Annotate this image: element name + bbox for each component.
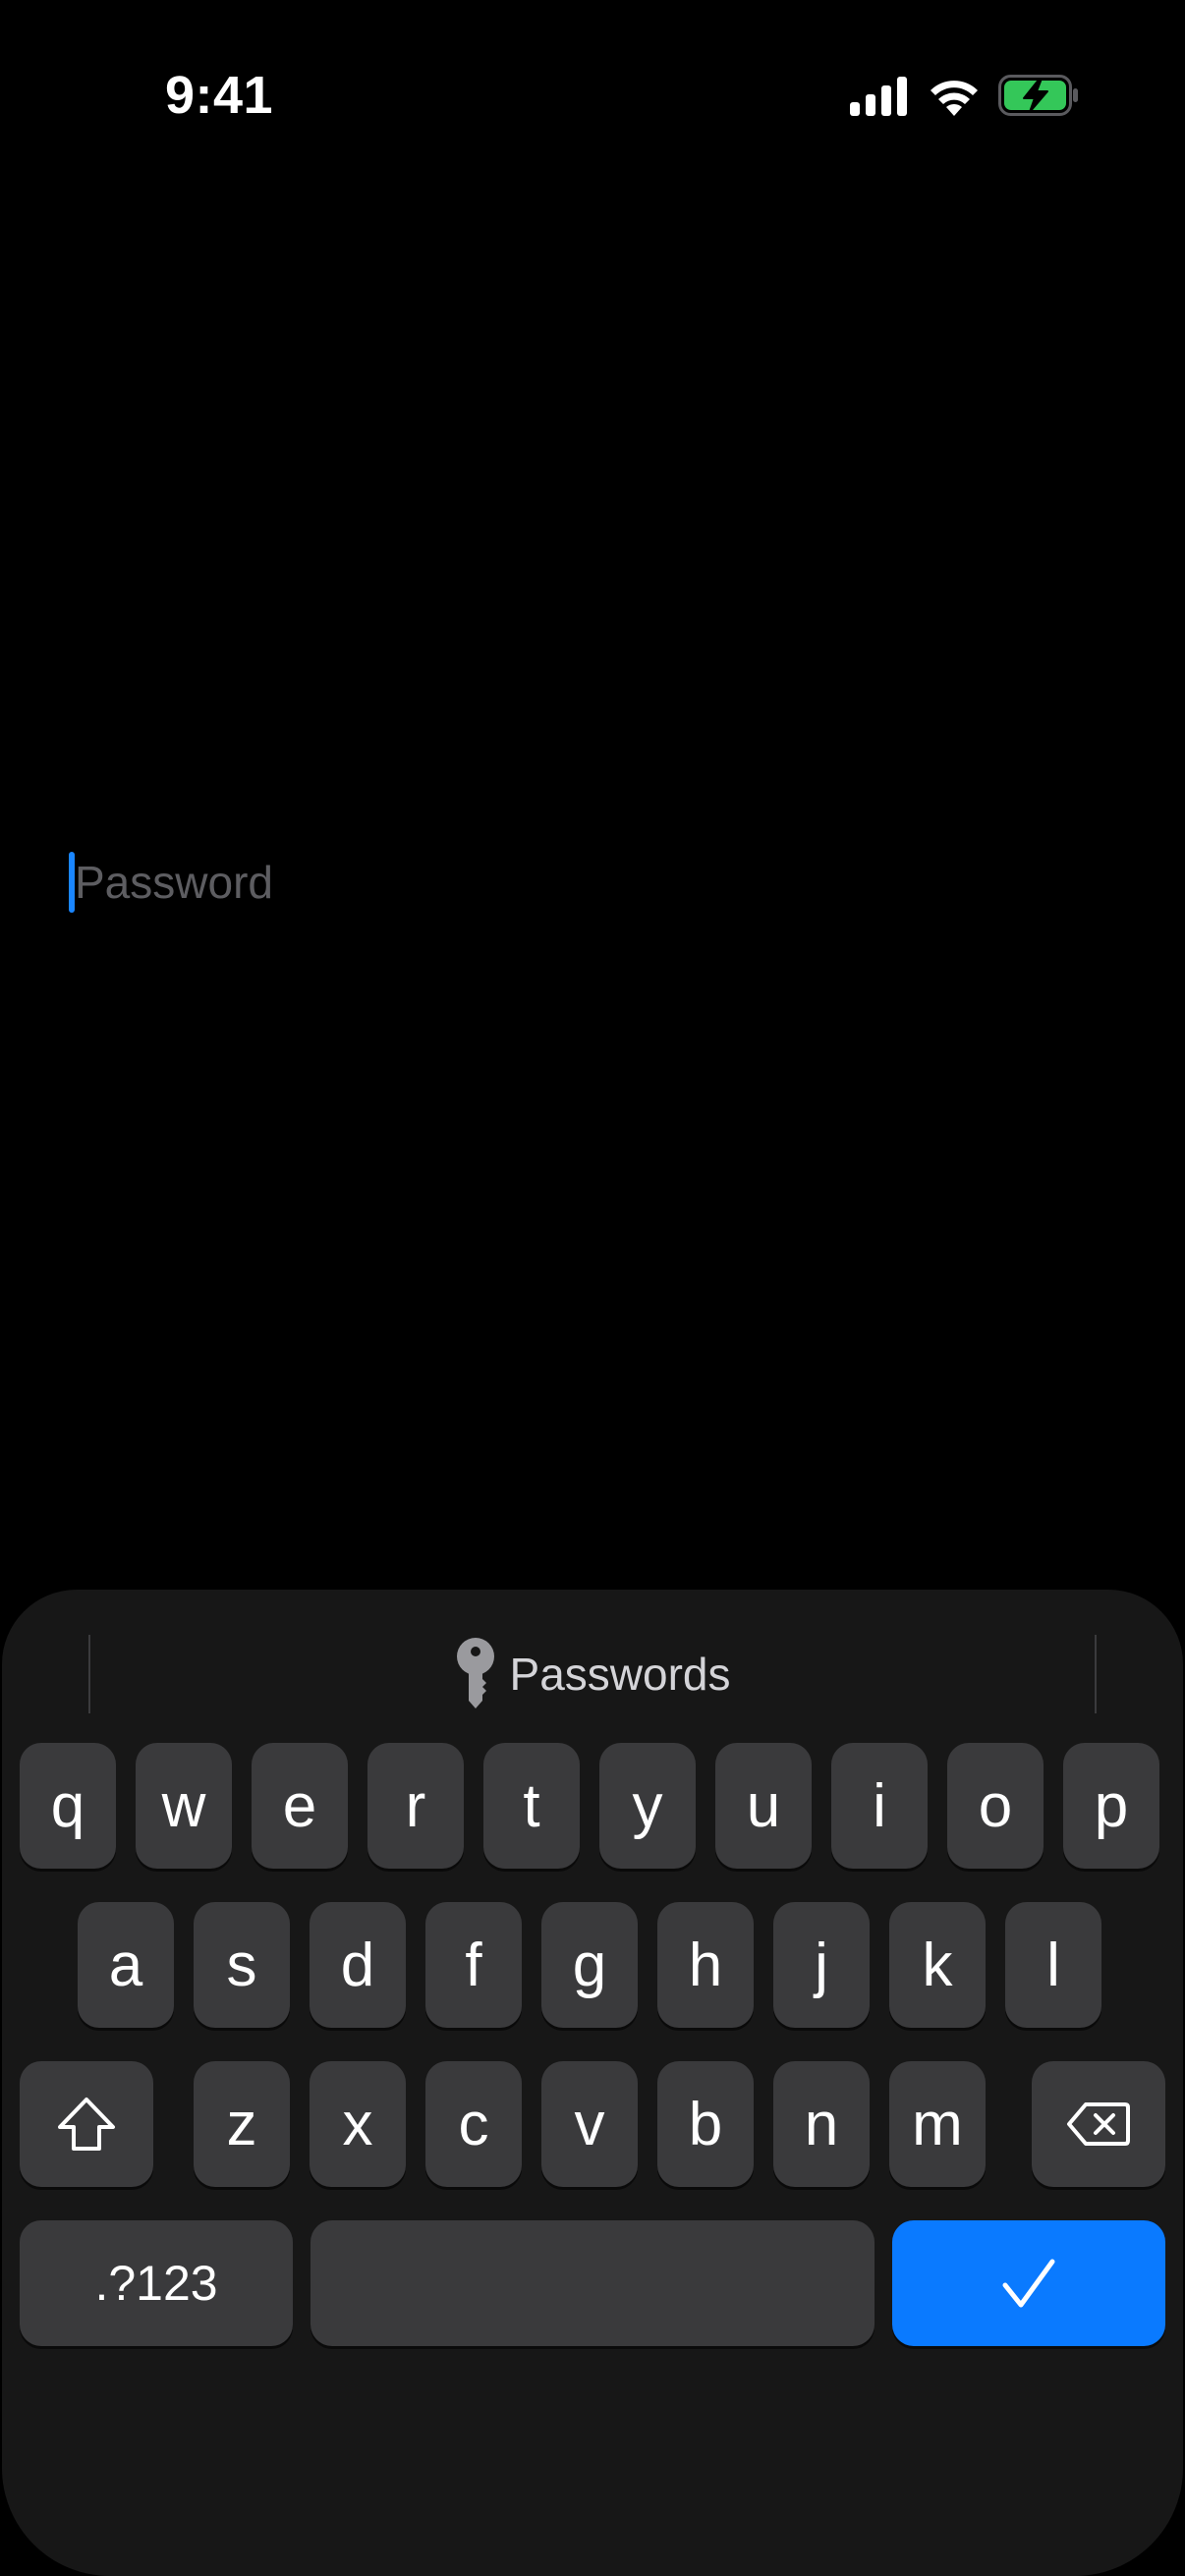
key-i[interactable]: i <box>831 1743 928 1869</box>
key-icon <box>456 1638 494 1708</box>
key-e[interactable]: e <box>252 1743 348 1869</box>
space-key[interactable] <box>310 2220 875 2346</box>
key-b[interactable]: b <box>657 2061 754 2187</box>
checkmark-icon <box>1002 2259 1055 2308</box>
shift-icon <box>58 2098 115 2151</box>
keyboard: Passwords q w e r t y u i o p a s d f g … <box>2 1590 1183 2576</box>
delete-backspace-icon <box>1067 2102 1130 2146</box>
passwords-label: Passwords <box>509 1649 731 1700</box>
key-v[interactable]: v <box>541 2061 638 2187</box>
key-u[interactable]: u <box>715 1743 812 1869</box>
numbers-key-label: .?123 <box>94 2256 218 2311</box>
wifi-icon <box>931 81 978 116</box>
status-bar: 9:41 <box>0 0 1185 187</box>
key-s[interactable]: s <box>194 1902 290 2028</box>
key-q[interactable]: q <box>20 1743 116 1869</box>
delete-key[interactable] <box>1032 2061 1165 2187</box>
key-j[interactable]: j <box>773 1902 870 2028</box>
key-m[interactable]: m <box>889 2061 986 2187</box>
key-x[interactable]: x <box>310 2061 406 2187</box>
password-placeholder: Password <box>75 857 273 908</box>
key-y[interactable]: y <box>599 1743 696 1869</box>
status-time: 9:41 <box>165 66 274 125</box>
key-p[interactable]: p <box>1063 1743 1159 1869</box>
cellular-signal-icon <box>850 77 907 116</box>
key-c[interactable]: c <box>425 2061 522 2187</box>
key-g[interactable]: g <box>541 1902 638 2028</box>
key-f[interactable]: f <box>425 1902 522 2028</box>
key-a[interactable]: a <box>78 1902 174 2028</box>
key-k[interactable]: k <box>889 1902 986 2028</box>
done-key[interactable] <box>892 2220 1165 2346</box>
key-r[interactable]: r <box>367 1743 464 1869</box>
password-field[interactable]: Password <box>67 851 755 914</box>
shift-key[interactable] <box>20 2061 153 2187</box>
key-d[interactable]: d <box>310 1902 406 2028</box>
battery-charging-icon <box>998 75 1078 116</box>
key-l[interactable]: l <box>1005 1902 1101 2028</box>
key-z[interactable]: z <box>194 2061 290 2187</box>
numbers-key[interactable]: .?123 <box>20 2220 293 2346</box>
key-h[interactable]: h <box>657 1902 754 2028</box>
key-n[interactable]: n <box>773 2061 870 2187</box>
passwords-autofill-button[interactable]: Passwords <box>2 1627 1183 1721</box>
key-t[interactable]: t <box>483 1743 580 1869</box>
key-o[interactable]: o <box>947 1743 1044 1869</box>
key-w[interactable]: w <box>136 1743 232 1869</box>
